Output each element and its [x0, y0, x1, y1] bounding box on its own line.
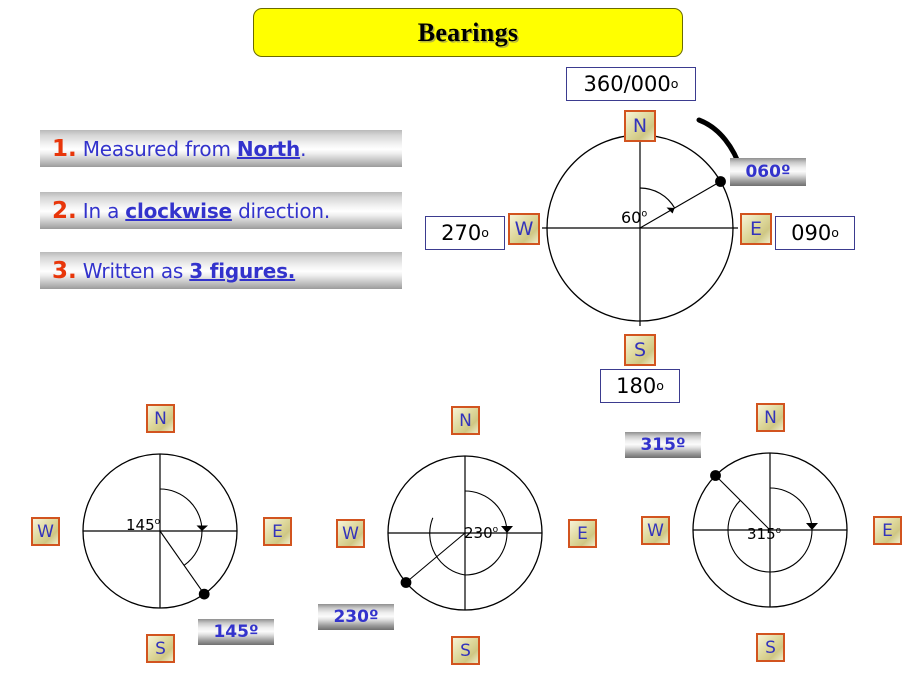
main-compass-north-chip: N: [624, 110, 656, 142]
example-230-diagram: 230o: [380, 448, 560, 628]
rule-2-number: 2.: [52, 197, 77, 224]
rule-bar-3: 3. Written as 3 figures.: [40, 252, 402, 289]
rule-1-number: 1.: [52, 135, 77, 162]
example-145-east-chip: E: [263, 517, 292, 546]
example-230-point-marker: [400, 577, 412, 588]
example-230-east-chip: E: [568, 519, 597, 548]
example-315-north-chip: N: [756, 403, 785, 432]
main-compass-south-chip: S: [624, 334, 656, 366]
example-230-south-chip: S: [451, 636, 480, 665]
main-compass-point-marker: [715, 176, 726, 187]
bearing-value-east: 090 o: [775, 216, 855, 250]
main-compass-bearing-ray: [639, 181, 721, 229]
slide-canvas: Bearings 1. Measured from North. 2. In a…: [0, 0, 920, 690]
rule-bar-1: 1. Measured from North.: [40, 130, 402, 167]
bearing-value-north: 360/000 o: [566, 67, 696, 101]
example-145-arc-arrowhead: [196, 525, 208, 531]
example-315-east-chip: E: [873, 516, 902, 545]
example-145-angle-arc: [159, 488, 203, 566]
main-compass-angle-label: 60o: [621, 208, 648, 227]
rule-1-keyword: North: [236, 136, 301, 161]
example-315-arc-arrowhead: [806, 523, 818, 530]
example-230-west-chip: W: [336, 519, 365, 548]
example-230-angle-label: 230o: [464, 524, 499, 542]
example-315-angle-label: 315o: [747, 525, 782, 543]
example-145-bearing-ray: [159, 530, 205, 595]
example-145-svg: [82, 453, 238, 609]
main-compass-angle-arc: [639, 187, 676, 209]
example-145-diagram: 145o: [75, 446, 255, 626]
main-compass-east-chip: E: [740, 213, 772, 245]
example-145-north-chip: N: [146, 404, 175, 433]
example-230-arc-arrowhead: [501, 526, 513, 533]
page-title: Bearings: [253, 8, 683, 57]
rule-bar-2: 2. In a clockwise direction.: [40, 192, 402, 229]
example-315-bearing-ray: [715, 475, 771, 531]
page-title-text: Bearings: [417, 17, 519, 47]
example-145-west-chip: W: [31, 517, 60, 546]
example-315-south-chip: S: [756, 633, 785, 662]
example-315-diagram: 315o: [685, 445, 865, 625]
rule-3-text: Written as 3 figures.: [82, 258, 296, 283]
answer-badge-145: 145º: [198, 619, 274, 645]
example-315-point-marker: [710, 470, 721, 481]
answer-badge-060: 060º: [730, 158, 806, 186]
rule-2-text: In a clockwise direction.: [82, 198, 331, 223]
bearing-value-west: 270 o: [425, 216, 505, 250]
example-145-south-chip: S: [146, 634, 175, 663]
answer-badge-315: 315º: [625, 432, 701, 458]
example-230-north-chip: N: [451, 406, 480, 435]
answer-badge-230: 230º: [318, 604, 394, 630]
rule-1-text: Measured from North.: [82, 136, 307, 161]
bearing-value-south: 180 o: [600, 369, 680, 403]
example-145-angle-label: 145o: [126, 516, 161, 534]
main-compass-west-chip: W: [508, 213, 540, 245]
example-145-point-marker: [198, 588, 210, 600]
rule-3-number: 3.: [52, 257, 77, 284]
example-230-bearing-ray: [405, 532, 466, 583]
rule-2-keyword: clockwise: [125, 198, 232, 223]
rule-3-keyword: 3 figures.: [189, 258, 296, 283]
example-315-west-chip: W: [641, 516, 670, 545]
